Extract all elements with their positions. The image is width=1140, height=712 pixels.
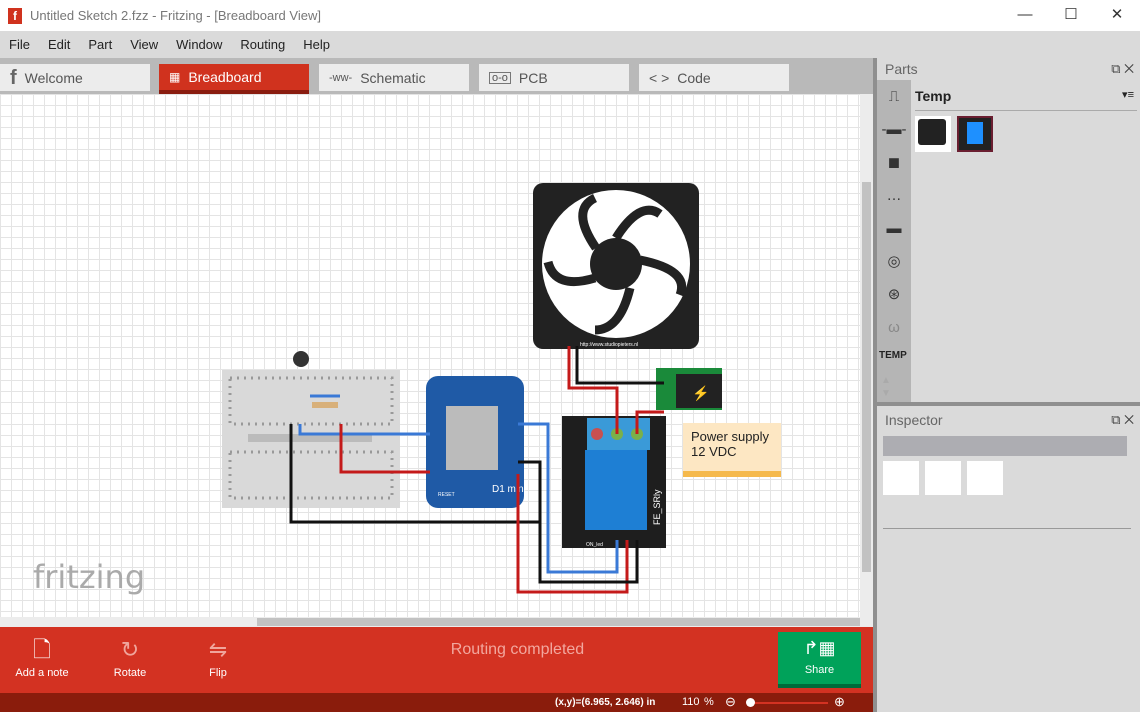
zoom-unit: %	[704, 696, 714, 708]
fritzing-f-icon: f	[8, 7, 22, 24]
zoom-slider[interactable]	[750, 702, 828, 704]
inspector-image-1	[883, 461, 919, 495]
rotate-button[interactable]: ↻ Rotate	[90, 635, 170, 679]
routing-status: Routing completed	[450, 641, 585, 658]
menu-bar: File Edit Part View Window Routing Help	[0, 31, 1140, 58]
fan-url: http://www.studiopieters.nl	[580, 342, 638, 348]
menu-edit[interactable]: Edit	[39, 37, 79, 52]
part-relay-module[interactable]	[957, 116, 993, 152]
zoom-slider-handle[interactable]	[746, 698, 755, 707]
on-led-label: ON_led	[586, 542, 603, 548]
ic-bin-icon[interactable]: ⎍	[877, 80, 911, 113]
note-line-2: 12 VDC	[691, 444, 737, 459]
fritzing-f-icon: f	[10, 66, 17, 89]
temp-bin-label[interactable]: TEMP	[879, 350, 907, 361]
reset-label: RESET	[438, 492, 455, 498]
rotate-icon: ↻	[120, 637, 140, 662]
status-bar: (x,y)=(6.965, 2.646) in 110 % ⊖ ⊕	[0, 693, 873, 712]
coordinates: (x,y)=(6.965, 2.646) in	[555, 697, 656, 708]
circuit-drawing: D1 mini RESET http://www.studiopieters.n…	[222, 183, 722, 594]
curve-bin-icon[interactable]: ω	[877, 311, 911, 344]
breadboard-icon: ▦	[169, 70, 181, 84]
tab-code[interactable]: < > Code	[639, 64, 789, 91]
share-icon: ↱▦	[803, 638, 836, 658]
close-button[interactable]: ✕	[1094, 0, 1140, 31]
resistor-icon: -ww-	[329, 71, 353, 84]
note-icon: 🗋	[33, 637, 51, 662]
right-panel: Parts ⧉ ✕ ⎍ -▬- ◼ … ▬ ◎ ⊛ ω TEMP ▲ ▼ Temp…	[873, 58, 1140, 712]
bottom-toolbar: 🗋 Add a note ↻ Rotate ⇋ Flip Routing comple…	[0, 627, 873, 693]
parts-title: Parts	[885, 61, 918, 77]
menu-file[interactable]: File	[0, 37, 39, 52]
temperature-sensor	[293, 351, 309, 367]
inspector-panel-buttons[interactable]: ⧉ ✕	[1111, 412, 1134, 428]
view-tabs: f Welcome ▦ Breadboard -ww- Schematic o-o PC…	[0, 58, 873, 94]
parts-panel-buttons[interactable]: ⧉ ✕	[1111, 61, 1134, 77]
code-icon: < >	[649, 69, 670, 86]
horizontal-scrollbar[interactable]	[0, 617, 860, 627]
relay-label: FE_SRly	[652, 489, 662, 525]
minimize-button[interactable]: —	[1002, 0, 1048, 31]
pcb-icon: o-o	[489, 71, 511, 84]
zoom-in-button[interactable]: ⊕	[834, 694, 845, 710]
breadboard-canvas[interactable]: D1 mini RESET http://www.studiopieters.n…	[0, 94, 860, 617]
bin-title: Temp	[915, 88, 952, 104]
menu-help[interactable]: Help	[294, 37, 339, 52]
menu-window[interactable]: Window	[167, 37, 231, 52]
inspector-title: Inspector	[885, 412, 943, 428]
resistor	[312, 402, 338, 408]
tab-schematic[interactable]: -ww- Schematic	[319, 64, 469, 91]
bin-scroll-arrows[interactable]: ▲ ▼	[881, 374, 891, 400]
part-fan[interactable]	[915, 116, 951, 152]
d1-label: D1 mini	[492, 484, 526, 495]
vertical-scrollbar[interactable]	[860, 94, 873, 627]
note[interactable]: Power supply 12 VDC	[683, 423, 781, 477]
window-title: Untitled Sketch 2.fzz - Fritzing - [Brea…	[30, 8, 321, 23]
diode-bin-icon[interactable]: -▬-	[877, 113, 911, 146]
share-button[interactable]: ↱▦ Share	[778, 632, 861, 688]
zoom-level: 110	[682, 696, 700, 708]
chip-bin-icon[interactable]: ▬	[877, 212, 911, 245]
inspector-image-2	[925, 461, 961, 495]
title-bar: f Untitled Sketch 2.fzz - Fritzing - [Br…	[0, 0, 1140, 31]
bin-menu-icon[interactable]: ▾≡	[1122, 88, 1134, 101]
sensor-bin-icon[interactable]: ⊛	[877, 278, 911, 311]
more-bin-icon[interactable]: …	[877, 179, 911, 212]
maximize-button[interactable]: ☐	[1048, 0, 1094, 31]
inspector-title-field	[883, 436, 1127, 456]
menu-routing[interactable]: Routing	[231, 37, 294, 52]
tab-pcb[interactable]: o-o PCB	[479, 64, 629, 91]
tab-welcome[interactable]: f Welcome	[0, 64, 150, 91]
note-line-1: Power supply	[691, 429, 770, 444]
fritzing-watermark: fritzing	[33, 558, 146, 596]
antenna-bin-icon[interactable]: ◎	[877, 245, 911, 278]
inspector-image-3	[967, 461, 1003, 495]
flip-button[interactable]: ⇋ Flip	[178, 635, 258, 679]
add-note-button[interactable]: 🗋 Add a note	[2, 635, 82, 679]
flip-icon: ⇋	[208, 637, 228, 662]
zoom-out-button[interactable]: ⊖	[725, 694, 736, 710]
power-icon: ⚡	[692, 385, 709, 402]
menu-view[interactable]: View	[121, 37, 167, 52]
tab-breadboard[interactable]: ▦ Breadboard	[159, 64, 309, 94]
menu-part[interactable]: Part	[79, 37, 121, 52]
button-bin-icon[interactable]: ◼	[877, 146, 911, 179]
